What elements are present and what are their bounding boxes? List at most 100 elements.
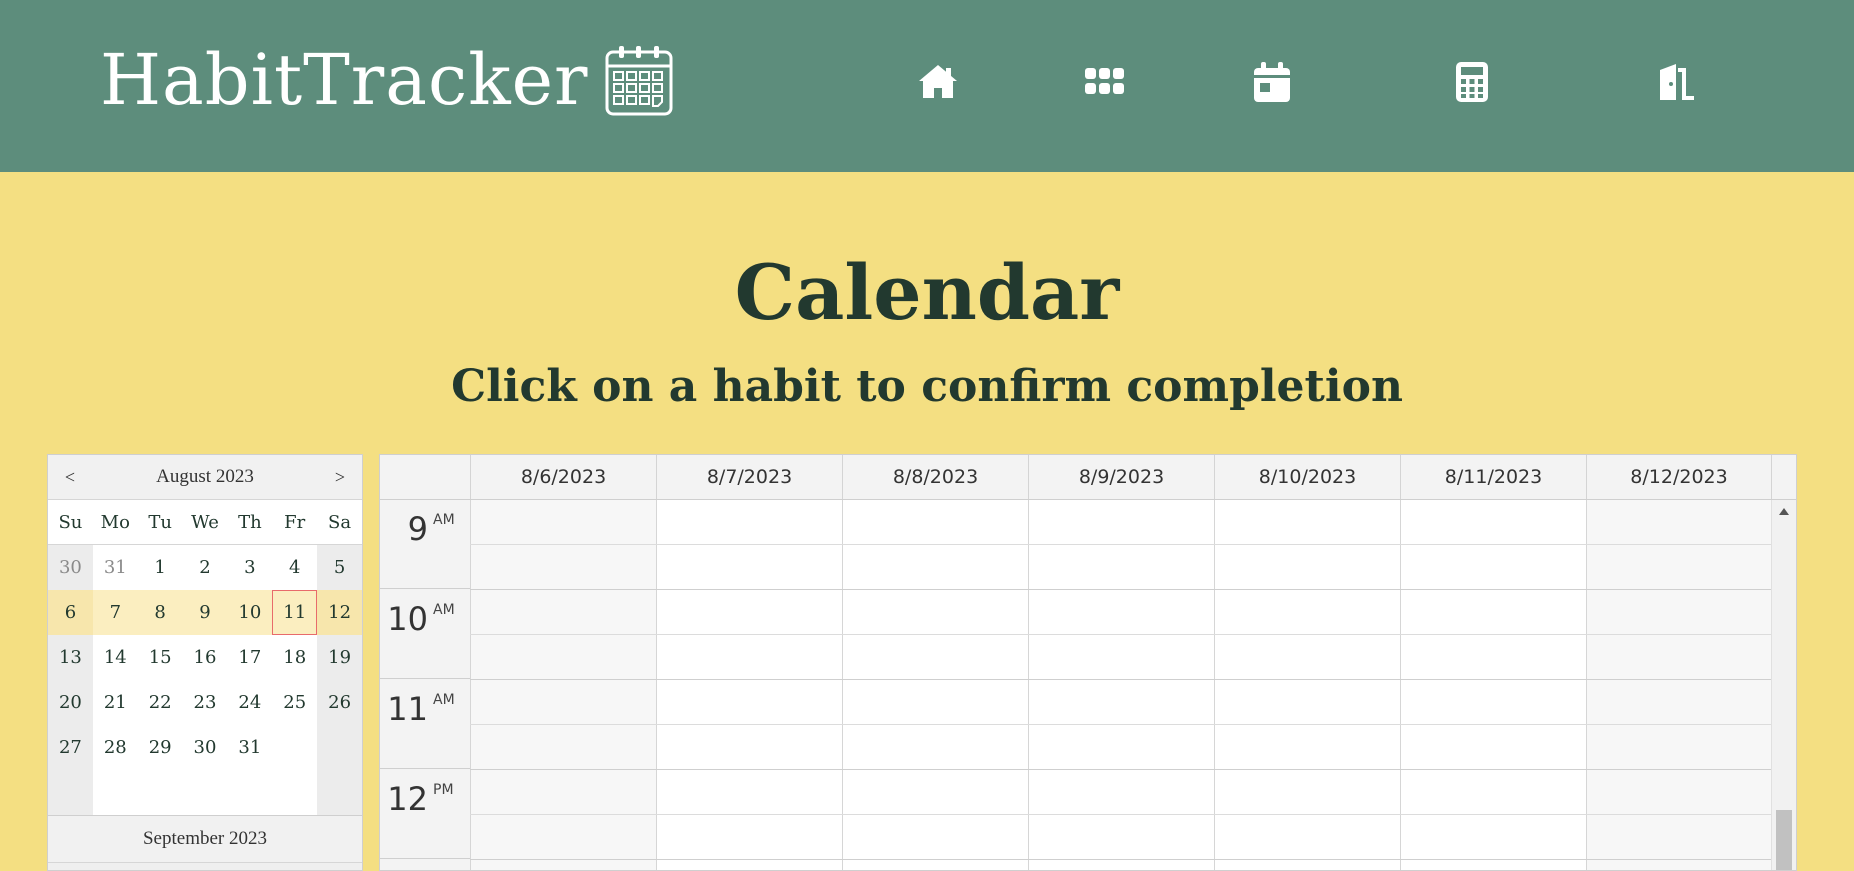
dow-label: Mo (100, 511, 130, 533)
day-cell[interactable]: 19 (317, 635, 362, 680)
prev-month-button[interactable]: < (48, 467, 92, 488)
hour-label: 11 AM (380, 680, 470, 769)
calendar-icon[interactable] (1250, 60, 1294, 104)
day-cell[interactable]: 23 (182, 680, 228, 725)
hour-label: 9 AM (380, 500, 470, 589)
brand-name: HabitTracker (100, 39, 589, 121)
day-column-header: 8/9/2023 (1028, 455, 1214, 499)
day-cell[interactable]: 2 (182, 545, 228, 590)
day-column[interactable] (656, 500, 842, 870)
dow-label: Th (238, 511, 262, 533)
calendar-week: 27 28 29 30 31 (48, 725, 362, 770)
dow-label: Su (58, 511, 83, 533)
day-column-header: 8/12/2023 (1586, 455, 1771, 499)
day-cell[interactable]: 27 (48, 725, 93, 770)
brand-logo[interactable]: HabitTracker (100, 38, 673, 122)
day-cell[interactable]: 22 (137, 680, 183, 725)
apps-grid-icon[interactable] (1082, 60, 1126, 104)
day-cell[interactable]: 31 (92, 545, 138, 590)
day-cell[interactable]: 6 (48, 590, 93, 635)
dow-label: Fr (284, 511, 306, 533)
day-column[interactable] (1028, 500, 1214, 870)
hour-number: 12 (387, 780, 428, 818)
hour-line (470, 859, 1771, 860)
day-cell-empty (182, 770, 228, 815)
hour-ampm: AM (433, 602, 455, 618)
day-cell[interactable]: 9 (182, 590, 228, 635)
scroll-thumb[interactable] (1776, 810, 1792, 870)
half-hour-line (470, 634, 1771, 635)
day-cell[interactable]: 3 (227, 545, 273, 590)
day-cell[interactable]: 25 (272, 680, 318, 725)
day-cell-empty (92, 770, 138, 815)
half-hour-line (470, 544, 1771, 545)
day-cell[interactable]: 13 (48, 635, 93, 680)
calendar-week: 30 31 1 2 3 4 5 (48, 545, 362, 590)
hour-number: 9 (407, 510, 428, 548)
day-cell[interactable]: 16 (182, 635, 228, 680)
home-icon[interactable] (916, 60, 960, 104)
calendar-logo-icon (605, 46, 672, 116)
day-cell[interactable]: 29 (137, 725, 183, 770)
hour-label: 12 PM (380, 770, 470, 859)
mini-calendar-month: August 2023 (156, 466, 254, 487)
day-column[interactable] (470, 500, 656, 870)
day-cell-empty (137, 770, 183, 815)
day-cell[interactable]: 14 (92, 635, 138, 680)
half-hour-line (470, 814, 1771, 815)
logout-door-icon[interactable] (1654, 60, 1698, 104)
calculator-icon[interactable] (1450, 60, 1494, 104)
day-cell[interactable]: 4 (272, 545, 318, 590)
dow-label: Sa (328, 511, 352, 533)
day-cell[interactable]: 17 (227, 635, 273, 680)
day-column-header: 8/10/2023 (1214, 455, 1400, 499)
top-nav-bar: HabitTracker (0, 0, 1854, 172)
day-column[interactable] (1586, 500, 1771, 870)
dow-label: Tu (148, 511, 172, 533)
day-column-header: 8/11/2023 (1400, 455, 1586, 499)
hour-line (470, 679, 1771, 680)
day-cell[interactable]: 12 (317, 590, 362, 635)
day-cell[interactable]: 8 (137, 590, 183, 635)
scheduler-scrollbar[interactable] (1771, 500, 1796, 870)
day-cell[interactable]: 18 (272, 635, 318, 680)
page-subtitle: Click on a habit to confirm completion (451, 361, 1403, 412)
day-cell[interactable]: 5 (317, 545, 362, 590)
hour-ampm: PM (433, 782, 454, 798)
hour-ampm: AM (433, 692, 455, 708)
day-cell[interactable]: 20 (48, 680, 93, 725)
day-column-header: 8/6/2023 (470, 455, 656, 499)
day-column[interactable] (842, 500, 1028, 870)
scheduler-grid (470, 500, 1771, 870)
day-cell[interactable]: 24 (227, 680, 273, 725)
day-cell[interactable]: 21 (92, 680, 138, 725)
header-scroll-spacer (1771, 455, 1796, 499)
day-cell[interactable]: 1 (137, 545, 183, 590)
time-axis: 9 AM 10 AM 11 AM 12 PM (380, 500, 470, 870)
hour-number: 10 (387, 600, 428, 638)
next-month-button[interactable]: > (318, 467, 362, 488)
day-column[interactable] (1214, 500, 1400, 870)
day-cell-empty (227, 770, 273, 815)
page-title: Calendar (734, 248, 1120, 337)
day-cell[interactable]: 15 (137, 635, 183, 680)
mini-calendar: < August 2023 > Su Mo Tu We Th Fr Sa 30 … (47, 454, 363, 871)
day-cell-today[interactable]: 11 (272, 590, 318, 635)
calendar-week-selected: 6 7 8 9 10 11 12 (48, 590, 362, 635)
day-cell[interactable]: 30 (48, 545, 93, 590)
day-cell-empty (272, 725, 318, 770)
hour-ampm: AM (433, 512, 455, 528)
half-hour-line (470, 724, 1771, 725)
day-of-week-row: Su Mo Tu We Th Fr Sa (48, 500, 362, 545)
day-cell-empty (48, 770, 93, 815)
day-cell[interactable]: 30 (182, 725, 228, 770)
scroll-up-arrow-icon[interactable] (1779, 508, 1789, 515)
day-cell[interactable]: 7 (92, 590, 138, 635)
mini-calendar-header: < August 2023 > (48, 455, 362, 500)
day-cell[interactable]: 31 (227, 725, 273, 770)
day-cell[interactable]: 10 (227, 590, 273, 635)
day-cell[interactable]: 28 (92, 725, 138, 770)
day-column-header: 8/7/2023 (656, 455, 842, 499)
day-column[interactable] (1400, 500, 1586, 870)
day-cell[interactable]: 26 (317, 680, 362, 725)
